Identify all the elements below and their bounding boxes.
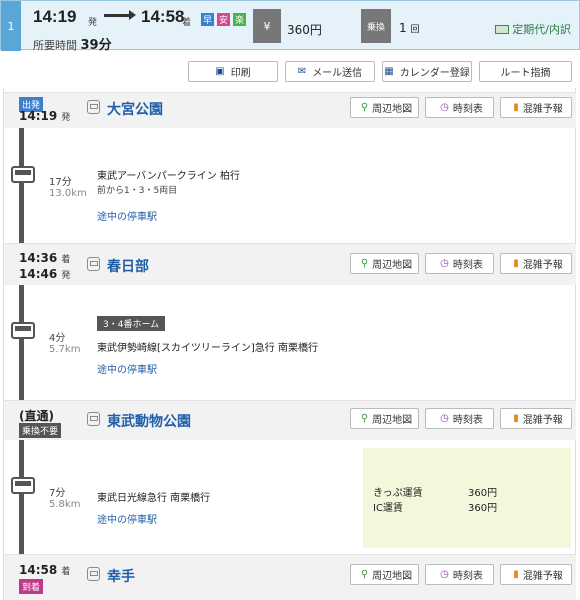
- train-icon: [11, 477, 35, 494]
- congestion-button[interactable]: ▮ 混雑予報: [500, 97, 572, 118]
- duration-label: 所要時間: [33, 39, 77, 52]
- fastest-badge: 早: [201, 13, 214, 26]
- mail-icon: ✉: [297, 66, 307, 77]
- station-name[interactable]: 春日部: [107, 256, 149, 276]
- arrive-time: 14:58: [141, 7, 185, 26]
- route-summary-header[interactable]: 1 14:19 発 14:58 着 早 安 楽 所要時間 39分 ¥ 360円 …: [0, 0, 580, 53]
- map-pin-icon: ⚲: [360, 413, 369, 424]
- segment-distance: 5.7km: [49, 344, 81, 355]
- line-name: 東武伊勢崎線[スカイツリーライン]急行 南栗橋行: [97, 343, 318, 354]
- print-button[interactable]: ▣ 印刷: [188, 61, 278, 82]
- depart-suffix: 発: [88, 18, 98, 28]
- arrival-label: 到着: [19, 579, 44, 594]
- map-pin-icon: ⚲: [360, 258, 369, 269]
- bar-chart-icon: ▮: [513, 102, 519, 113]
- line-name: 東武日光線急行 南栗橋行: [97, 493, 211, 504]
- clock-icon: ◷: [440, 413, 449, 424]
- duration-value: 39分: [80, 38, 112, 53]
- train-station-icon: [87, 412, 100, 426]
- transfer-count-value: 1: [399, 21, 407, 35]
- station-name[interactable]: 東武動物公園: [107, 411, 191, 431]
- transfer-count: 1 回: [399, 21, 419, 35]
- departure-time: 14:46 発: [19, 267, 71, 281]
- train-icon: [11, 166, 35, 183]
- fare-value: 360円: [287, 23, 322, 37]
- bar-chart-icon: ▮: [513, 413, 519, 424]
- calendar-button[interactable]: ▦ カレンダー登録: [382, 61, 472, 82]
- commuter-pass-link[interactable]: 定期代/内訳: [495, 21, 571, 37]
- route-number: 1: [1, 1, 21, 51]
- depart-time: 14:19: [33, 7, 77, 26]
- train-station-icon: [87, 100, 100, 114]
- train-icon: [11, 322, 35, 339]
- clock-icon: ◷: [440, 569, 449, 580]
- segment-duration: 7分: [49, 488, 66, 499]
- ic-fare-value: 360円: [468, 503, 498, 514]
- pass-icon: [495, 25, 510, 34]
- segment-distance: 5.8km: [49, 499, 81, 510]
- segment-duration: 4分: [49, 333, 66, 344]
- train-station-icon: [87, 257, 100, 271]
- arrive-suffix: 着: [182, 18, 192, 28]
- arrow-right-icon: [104, 10, 136, 20]
- no-transfer-label: 乗換不要: [19, 423, 62, 438]
- congestion-button[interactable]: ▮ 混雑予報: [500, 408, 572, 429]
- commuter-pass-label: 定期代/内訳: [512, 23, 571, 36]
- mail-button[interactable]: ✉ メール送信: [285, 61, 375, 82]
- fare-detail-box: きっぷ運賃 360円 IC運賃 360円: [363, 448, 571, 548]
- station-name[interactable]: 幸手: [107, 566, 135, 586]
- calendar-icon: ▦: [384, 66, 394, 77]
- clock-icon: ◷: [440, 258, 449, 269]
- platform-badge: 3・4番ホーム: [97, 316, 166, 331]
- line-name: 東武アーバンパークライン 柏行: [97, 171, 240, 182]
- congestion-button[interactable]: ▮ 混雑予報: [500, 564, 572, 585]
- route-line: [19, 440, 24, 554]
- bar-chart-icon: ▮: [513, 258, 519, 269]
- route-line: [19, 285, 24, 400]
- printer-icon: ▣: [215, 66, 225, 77]
- area-map-button[interactable]: ⚲ 周辺地図: [350, 564, 419, 585]
- arrival-time: 14:36 着: [19, 251, 71, 265]
- station-name[interactable]: 大宮公園: [107, 99, 163, 119]
- route-line: [19, 128, 24, 243]
- duration: 所要時間 39分: [33, 34, 112, 53]
- clock-icon: ◷: [440, 102, 449, 113]
- ticket-fare-label: きっぷ運賃: [373, 488, 423, 499]
- intermediate-stops-link[interactable]: 途中の停車駅: [97, 208, 157, 223]
- map-pin-icon: ⚲: [360, 569, 369, 580]
- transfer-icon: 乗換: [361, 9, 391, 43]
- area-map-button[interactable]: ⚲ 周辺地図: [350, 253, 419, 274]
- through-service-label: (直通): [19, 409, 54, 423]
- car-position: 前から1・3・5両目: [97, 186, 178, 196]
- ticket-fare-value: 360円: [468, 488, 498, 499]
- cheapest-badge: 安: [217, 13, 230, 26]
- bar-chart-icon: ▮: [513, 569, 519, 580]
- intermediate-stops-link[interactable]: 途中の停車駅: [97, 511, 157, 526]
- train-station-icon: [87, 567, 100, 581]
- area-map-button[interactable]: ⚲ 周辺地図: [350, 97, 419, 118]
- arrival-time: 14:58 着: [19, 563, 71, 577]
- route-guide-button[interactable]: ルート指摘: [479, 61, 572, 82]
- area-map-button[interactable]: ⚲ 周辺地図: [350, 408, 419, 429]
- segment-duration: 17分: [49, 177, 72, 188]
- intermediate-stops-link[interactable]: 途中の停車駅: [97, 361, 157, 376]
- congestion-button[interactable]: ▮ 混雑予報: [500, 253, 572, 274]
- map-pin-icon: ⚲: [360, 102, 369, 113]
- yen-icon: ¥: [253, 9, 281, 43]
- transfer-count-unit: 回: [410, 25, 420, 35]
- timetable-button[interactable]: ◷ 時刻表: [425, 564, 494, 585]
- easiest-badge: 楽: [233, 13, 246, 26]
- timetable-button[interactable]: ◷ 時刻表: [425, 408, 494, 429]
- timetable-button[interactable]: ◷ 時刻表: [425, 253, 494, 274]
- station-time: 14:19 発: [19, 109, 71, 123]
- timetable-button[interactable]: ◷ 時刻表: [425, 97, 494, 118]
- segment-distance: 13.0km: [49, 188, 87, 199]
- ic-fare-label: IC運賃: [373, 503, 403, 514]
